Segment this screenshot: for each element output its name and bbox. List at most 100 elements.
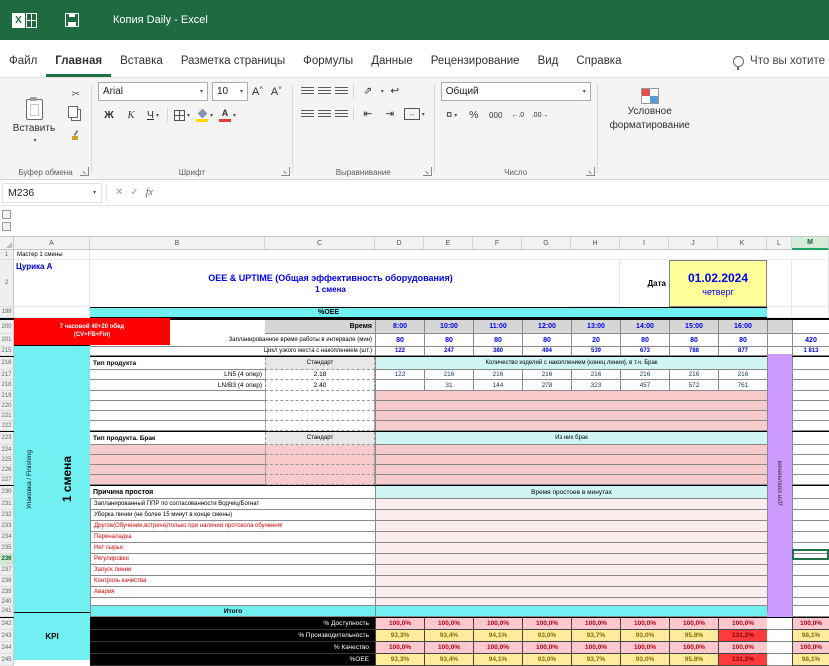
cell[interactable] — [792, 455, 829, 465]
kpi-value-cell[interactable]: 100,0% — [718, 618, 767, 630]
cell[interactable] — [792, 445, 829, 455]
quantity-header[interactable]: Количество изделий с накоплением (конец … — [375, 357, 767, 370]
row-header[interactable]: 218 — [0, 380, 14, 391]
font-size-select[interactable]: 10 — [212, 82, 248, 101]
total-cells[interactable] — [375, 606, 767, 617]
planned-minutes-cell[interactable]: 80 — [718, 334, 767, 347]
col-header-selected[interactable]: M — [792, 237, 829, 250]
standard-header[interactable]: Стандарт — [265, 357, 375, 370]
ribbon-tab[interactable]: Файл — [0, 55, 46, 77]
cell[interactable] — [767, 618, 792, 630]
planned-minutes-cell[interactable]: 80 — [375, 334, 424, 347]
col-header[interactable]: L — [767, 237, 792, 250]
save-icon[interactable] — [65, 13, 79, 27]
col-header[interactable]: K — [718, 237, 767, 250]
product-qty-cell[interactable]: 761 — [718, 380, 767, 391]
product-qty-cell[interactable]: 216 — [424, 370, 473, 380]
formula-input[interactable] — [157, 182, 829, 203]
downtime-value-cells[interactable] — [375, 510, 767, 521]
copy-button[interactable] — [67, 105, 85, 123]
product-qty-cell[interactable]: 216 — [620, 370, 669, 380]
col-header[interactable]: E — [424, 237, 473, 250]
row-header[interactable]: 221 — [0, 411, 14, 421]
row-header[interactable]: 220 — [0, 401, 14, 411]
col-header[interactable]: G — [522, 237, 571, 250]
kpi-total-cell[interactable]: 100,0% — [792, 642, 829, 654]
cell[interactable] — [90, 465, 265, 475]
cell[interactable] — [792, 411, 829, 421]
kpi-value-cell[interactable]: 100,0% — [473, 642, 522, 654]
align-top-icon[interactable] — [300, 86, 314, 96]
planned-minutes-cell[interactable]: 80 — [522, 334, 571, 347]
defect-type-header[interactable]: Тип продукта. Брак — [90, 432, 265, 445]
time-header-cell[interactable]: 12:00 — [522, 320, 571, 334]
cycle-total-cell[interactable]: 1 813 — [792, 347, 829, 356]
cell[interactable] — [767, 642, 792, 654]
empty-cells[interactable] — [375, 411, 767, 421]
cell[interactable] — [792, 587, 829, 598]
product-qty-cell[interactable]: 216 — [718, 370, 767, 380]
product-name-cell[interactable]: LN/ВЗ (4 опер) — [90, 380, 265, 391]
cell[interactable] — [792, 598, 829, 606]
select-all-corner[interactable] — [0, 237, 14, 250]
cycle-label[interactable]: Цикл узкого места с накоплением (шт.) — [90, 347, 375, 356]
cell[interactable] — [767, 630, 792, 642]
number-format-select[interactable]: Общий — [440, 82, 591, 101]
row-header[interactable]: 232 — [0, 510, 14, 521]
cell[interactable] — [792, 380, 829, 391]
cell[interactable] — [792, 432, 829, 445]
row-header[interactable]: 238 — [0, 576, 14, 587]
kpi-label-cell[interactable]: %OEE — [90, 654, 375, 666]
kpi-label-cell[interactable]: % Качество — [90, 642, 375, 654]
fill-color-button[interactable] — [193, 106, 216, 124]
cell[interactable] — [792, 521, 829, 532]
ribbon-tab[interactable]: Формулы — [294, 55, 362, 77]
row-header[interactable]: 241 — [0, 606, 14, 617]
downtime-value-cells[interactable] — [375, 587, 767, 598]
downtime-value-cells[interactable] — [375, 554, 767, 565]
row-header[interactable]: 233 — [0, 521, 14, 532]
kpi-value-cell[interactable]: 93,7% — [571, 654, 620, 666]
empty-cells[interactable] — [375, 598, 767, 606]
kpi-value-cell[interactable]: 93,0% — [522, 630, 571, 642]
cancel-icon[interactable] — [115, 187, 123, 198]
row-header[interactable]: 239 — [0, 587, 14, 598]
cycle-value-cell[interactable]: 788 — [669, 347, 718, 356]
product-qty-cell[interactable]: 457 — [620, 380, 669, 391]
sheet-title-cell[interactable]: OEE & UPTIME (Общая эффективность оборуд… — [90, 260, 571, 307]
align-middle-icon[interactable] — [317, 86, 331, 96]
product-qty-cell[interactable] — [375, 380, 424, 391]
ribbon-tab[interactable]: Справка — [567, 55, 630, 77]
kpi-value-cell[interactable]: 94,1% — [473, 654, 522, 666]
cell[interactable] — [90, 391, 265, 401]
cell[interactable] — [90, 455, 265, 465]
excel-app-icon[interactable]: X — [12, 12, 37, 28]
align-right-icon[interactable] — [334, 109, 348, 119]
cell[interactable] — [792, 486, 829, 499]
tell-me-search[interactable]: Что вы хотите — [729, 55, 829, 77]
row-header[interactable]: 223 — [0, 432, 14, 445]
cell[interactable] — [265, 421, 375, 431]
row-header[interactable]: 226 — [0, 465, 14, 475]
planned-minutes-cell[interactable]: 80 — [424, 334, 473, 347]
name-box[interactable]: M236 — [2, 182, 102, 203]
kpi-label-cell[interactable]: % Производительность — [90, 630, 375, 642]
decrease-font-size-icon[interactable]: A — [267, 86, 286, 98]
shift-note-cell[interactable]: 7 часовой 40+20 обед (CV+FB+Fin) — [14, 318, 170, 345]
product-standard-cell[interactable]: 2.18 — [265, 370, 375, 380]
planned-total-cell[interactable]: 420 — [792, 334, 829, 347]
cell[interactable] — [767, 654, 792, 666]
cell[interactable] — [90, 421, 265, 431]
kpi-value-cell[interactable]: 100,0% — [522, 642, 571, 654]
kpi-value-cell[interactable]: 93,3% — [375, 654, 424, 666]
kpi-value-cell[interactable]: 100,0% — [571, 618, 620, 630]
increase-indent-icon[interactable] — [379, 105, 401, 123]
kpi-value-cell[interactable]: 93,0% — [620, 654, 669, 666]
downtime-value-cells[interactable] — [375, 532, 767, 543]
format-painter-button[interactable] — [67, 126, 85, 143]
kpi-value-cell[interactable]: 93,3% — [375, 630, 424, 642]
cycle-value-cell[interactable]: 247 — [424, 347, 473, 356]
row-header[interactable]: 243 — [0, 630, 14, 642]
cut-icon[interactable] — [67, 86, 85, 103]
conditional-formatting-button[interactable]: Условное форматирование — [604, 82, 696, 131]
